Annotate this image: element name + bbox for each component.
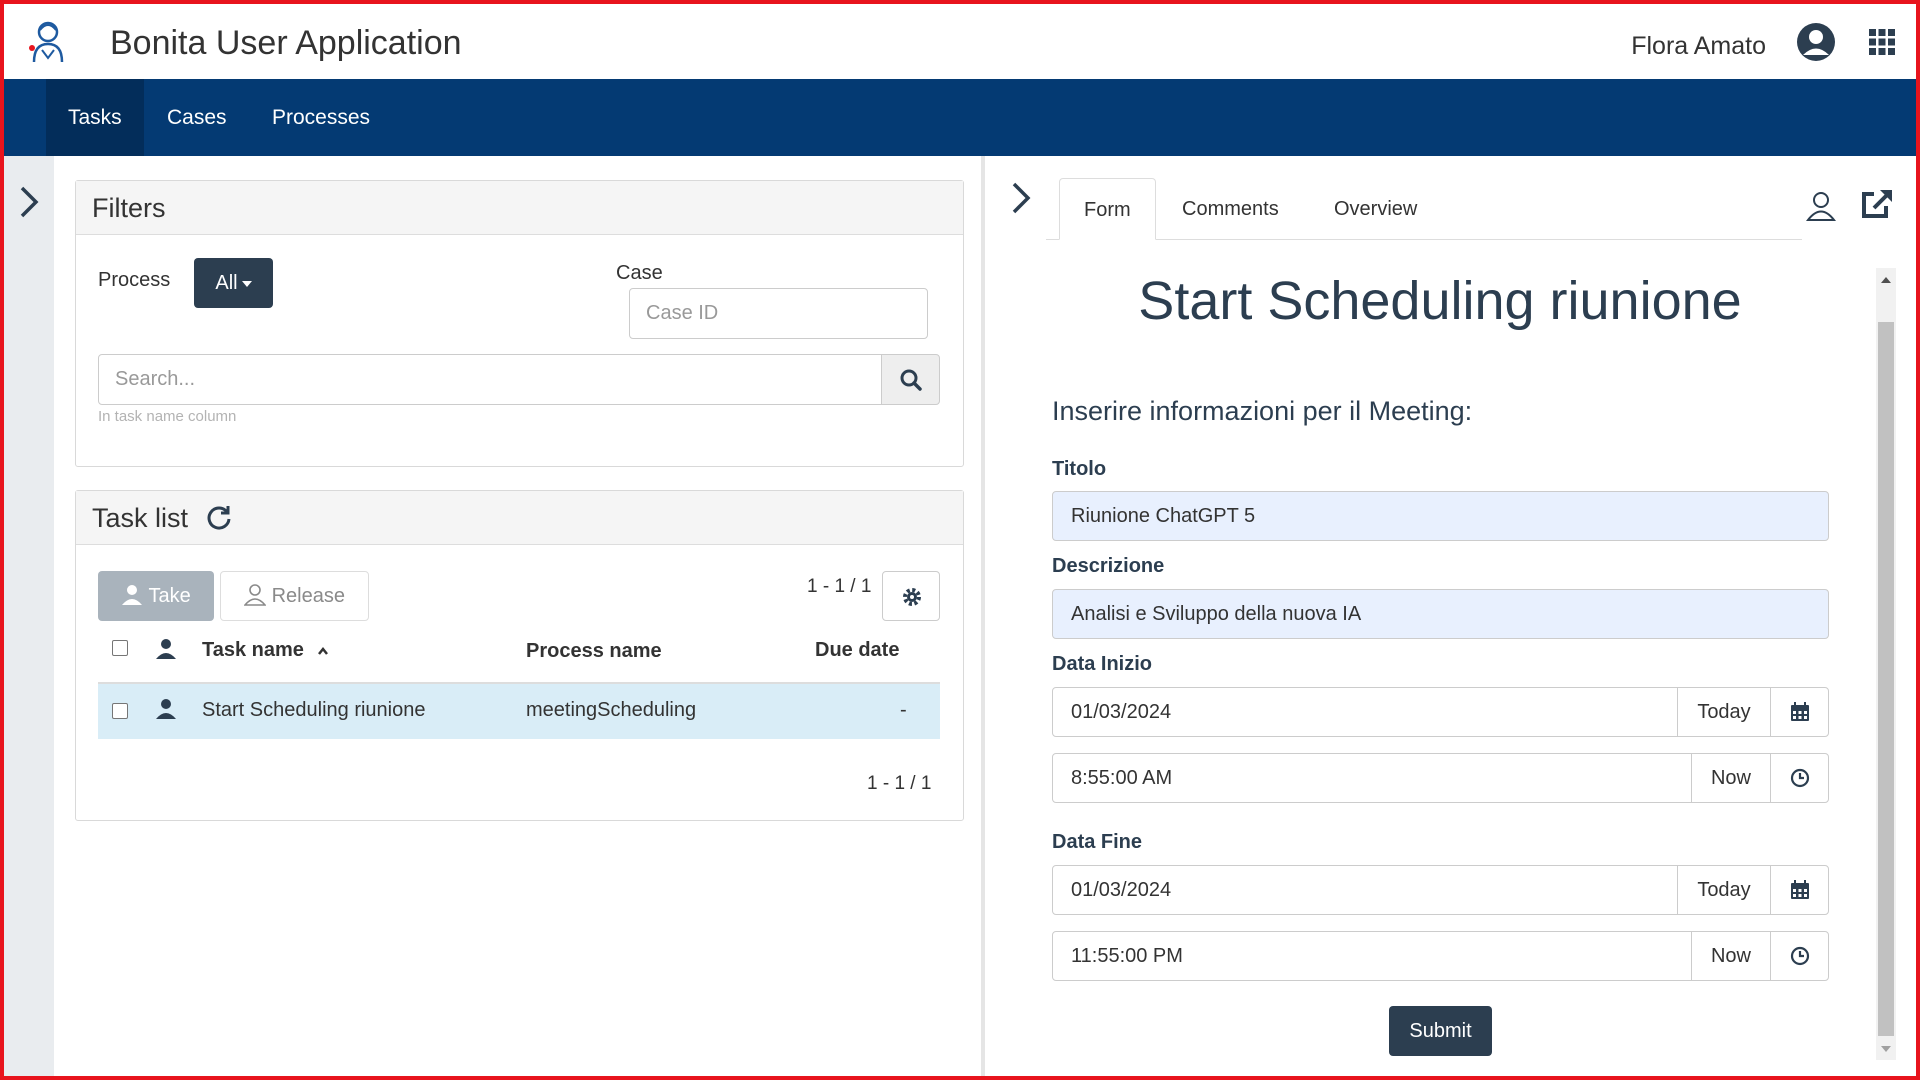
case-id-placeholder: Case ID	[646, 302, 719, 324]
table-settings-button[interactable]	[882, 571, 940, 621]
data-inizio-today-button[interactable]: Today	[1677, 687, 1771, 737]
sort-ascending-icon	[318, 646, 329, 655]
filters-title: Filters	[76, 181, 963, 235]
scrollbar-thumb[interactable]	[1878, 322, 1894, 1036]
app-grid-icon[interactable]	[1868, 28, 1896, 56]
data-inizio-clock-button[interactable]	[1770, 753, 1829, 803]
data-inizio-label: Data Inizio	[1052, 653, 1153, 675]
user-icon	[122, 584, 143, 605]
refresh-icon[interactable]	[206, 504, 232, 530]
data-inizio-now-button[interactable]: Now	[1691, 753, 1771, 803]
descrizione-input[interactable]: Analisi e Sviluppo della nuova IA	[1052, 589, 1829, 639]
search-button[interactable]	[881, 354, 940, 405]
row-checkbox[interactable]	[112, 703, 128, 719]
gear-icon	[903, 588, 921, 606]
search-placeholder: Search...	[115, 368, 196, 390]
clock-icon	[1790, 768, 1810, 788]
assigned-user-icon	[156, 699, 176, 719]
main-navbar: Tasks Cases Processes	[4, 79, 1916, 156]
user-name[interactable]: Flora Amato	[1631, 32, 1766, 61]
bonita-logo-icon	[29, 21, 64, 63]
nav-tab-tasks[interactable]: Tasks	[46, 79, 144, 156]
user-outline-icon	[244, 583, 267, 606]
nav-tab-cases[interactable]: Cases	[145, 79, 249, 156]
panel-splitter[interactable]	[981, 156, 985, 1076]
table-row[interactable]: Start Scheduling riunione meetingSchedul…	[98, 682, 940, 739]
caret-down-icon	[241, 280, 252, 287]
column-header-process-name[interactable]: Process name	[526, 640, 662, 663]
column-header-due-date[interactable]: Due date	[815, 639, 899, 662]
pagination-bottom: 1 - 1 / 1	[867, 773, 932, 794]
tab-comments[interactable]: Comments	[1158, 178, 1303, 240]
nav-tab-processes[interactable]: Processes	[250, 79, 392, 156]
task-list-title: Task list	[92, 503, 189, 533]
select-all-checkbox[interactable]	[112, 640, 128, 656]
assigned-user-column-icon	[156, 639, 176, 659]
user-account-icon[interactable]	[1796, 22, 1836, 62]
data-inizio-time-input[interactable]: 8:55:00 AM	[1052, 753, 1692, 803]
data-fine-label: Data Fine	[1052, 831, 1143, 853]
column-header-task-name-label: Task name	[202, 639, 304, 661]
left-collapse-rail	[4, 156, 54, 1076]
form-title: Start Scheduling riunione	[1138, 271, 1742, 331]
app-title: Bonita User Application	[110, 24, 462, 62]
search-help-text: In task name column	[98, 408, 237, 425]
tab-form[interactable]: Form	[1059, 178, 1156, 240]
pagination-top: 1 - 1 / 1	[807, 576, 872, 597]
row-due-date: -	[900, 699, 907, 721]
assign-user-icon[interactable]	[1806, 191, 1836, 221]
form-subtitle: Inserire informazioni per il Meeting:	[1052, 396, 1473, 426]
titolo-input[interactable]: Riunione ChatGPT 5	[1052, 491, 1829, 541]
calendar-icon	[1791, 702, 1809, 721]
data-inizio-date-input[interactable]: 01/03/2024	[1052, 687, 1678, 737]
data-fine-clock-button[interactable]	[1770, 931, 1829, 981]
collapse-chevron-right-icon[interactable]	[1008, 180, 1034, 216]
release-label: Release	[271, 585, 345, 607]
case-filter-label: Case	[616, 262, 663, 284]
expand-chevron-right-icon[interactable]	[16, 184, 42, 220]
process-filter-value: All	[215, 272, 238, 294]
take-button[interactable]: Take	[98, 571, 214, 621]
data-fine-time-input[interactable]: 11:55:00 PM	[1052, 931, 1692, 981]
release-button[interactable]: Release	[220, 571, 369, 621]
row-process-name: meetingScheduling	[526, 699, 697, 721]
task-search-input[interactable]: Search...	[98, 354, 882, 405]
data-fine-calendar-button[interactable]	[1770, 865, 1829, 915]
data-inizio-calendar-button[interactable]	[1770, 687, 1829, 737]
tab-overview[interactable]: Overview	[1310, 178, 1441, 240]
clock-icon	[1790, 946, 1810, 966]
row-task-name[interactable]: Start Scheduling riunione	[202, 699, 425, 722]
submit-button[interactable]: Submit	[1389, 1006, 1492, 1056]
descrizione-label: Descrizione	[1052, 555, 1165, 577]
calendar-icon	[1791, 880, 1809, 899]
process-filter-dropdown[interactable]: All	[194, 258, 273, 308]
search-icon	[900, 369, 922, 391]
column-header-task-name[interactable]: Task name	[202, 639, 329, 662]
scroll-down-arrow-icon[interactable]	[1881, 1046, 1891, 1052]
case-id-input[interactable]: Case ID	[629, 288, 928, 339]
form-scrollbar[interactable]	[1876, 268, 1896, 1060]
data-fine-date-input[interactable]: 01/03/2024	[1052, 865, 1678, 915]
titolo-label: Titolo	[1052, 458, 1107, 480]
data-fine-now-button[interactable]: Now	[1691, 931, 1771, 981]
scroll-up-arrow-icon[interactable]	[1881, 277, 1891, 283]
data-fine-today-button[interactable]: Today	[1677, 865, 1771, 915]
task-list-header: Task list	[76, 491, 963, 545]
app-header: Bonita User Application Flora Amato	[4, 4, 1916, 79]
process-filter-label: Process	[98, 269, 171, 291]
take-label: Take	[148, 585, 191, 607]
open-in-new-window-icon[interactable]	[1860, 188, 1894, 220]
